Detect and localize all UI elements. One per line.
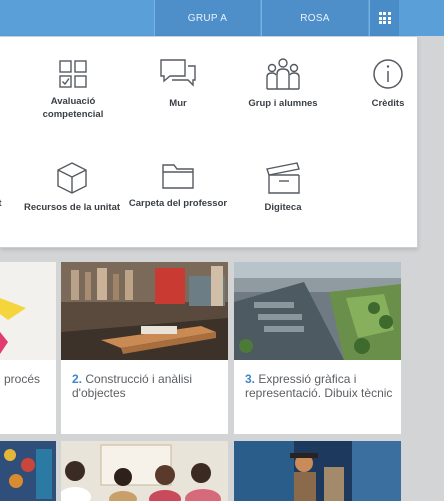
folder-icon [162,164,194,189]
class-selector-button[interactable]: ROSA [261,0,368,36]
unit-card-title: procés [4,372,41,386]
menu-item-mur[interactable]: Mur [128,57,228,110]
menu-item-grup-i-alumnes[interactable]: Grup i alumnes [233,57,333,110]
apps-menu-button[interactable] [369,0,399,36]
unit-card[interactable]: 2. Construcció i anàlisi d'objectes [61,262,228,434]
menu-item-label: Avaluació competencial [42,96,104,120]
menu-item-carpeta-del-professor[interactable]: Carpeta del professor [128,161,228,210]
unit-card-image [0,441,56,501]
menu-item-label: Crèdits [371,98,405,109]
menu-item-label: Grup i alumnes [248,98,318,109]
menu-item-digiteca[interactable]: Digiteca [233,161,333,214]
unit-card-image [234,262,401,360]
unit-card-title: 2. Construcció i anàlisi d'objectes [72,372,193,400]
menu-item-partial[interactable]: t [0,197,10,210]
menu-item-label: Digiteca [264,202,302,213]
archive-box-icon [266,162,300,194]
grid-apps-icon [378,12,391,24]
class-label: ROSA [300,12,330,24]
unit-card[interactable]: 3. Expressió gràfica i representació. Di… [234,262,401,434]
unit-number: 2. [72,372,83,386]
info-circle-icon [373,59,403,89]
unit-card-image [61,262,228,360]
menu-item-credits[interactable]: Crèdits [338,57,438,110]
menu-item-label: Carpeta del professor [128,198,228,209]
menu-item-avaluacio-competencial[interactable]: Avaluació competencial [23,59,123,121]
unit-card[interactable]: procés [0,262,56,434]
group-selector-button[interactable]: GRUP A [154,0,260,36]
unit-card[interactable] [0,441,56,501]
menu-item-label: Recursos de la unitat [23,202,121,213]
unit-card-image [0,262,56,360]
menu-item-label: Mur [169,98,187,109]
unit-number: 3. [245,372,256,386]
unit-card[interactable] [234,441,401,501]
menu-item-recursos-de-la-unitat[interactable]: Recursos de la unitat [22,161,122,214]
unit-card-title: 3. Expressió gràfica i representació. Di… [245,372,393,400]
top-bar: GRUP A ROSA [0,0,444,36]
menu-item-label: t [0,197,10,210]
apps-dropdown-menu: Avaluació competencial Mur Grup i alumne… [0,36,418,248]
assessment-checklist-icon [59,60,87,88]
unit-card[interactable] [61,441,228,501]
group-label: GRUP A [187,12,228,24]
unit-card-image [61,441,228,501]
unit-card-image [234,441,401,501]
cube-icon [57,162,87,194]
chat-bubbles-icon [160,59,196,87]
people-group-icon [266,58,300,90]
